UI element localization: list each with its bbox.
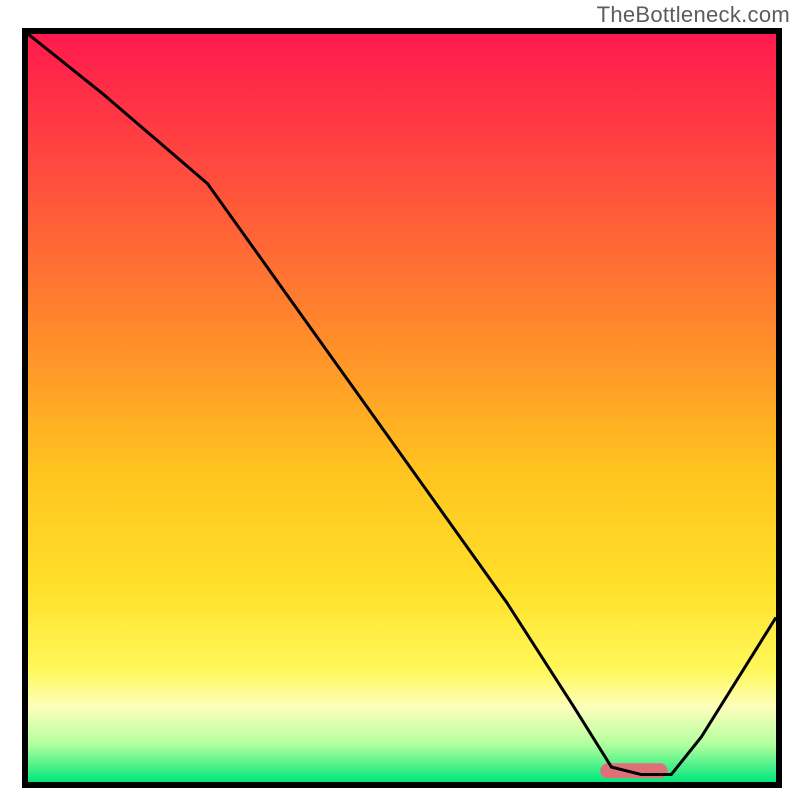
plot-frame: [22, 28, 782, 788]
gradient-background: [28, 34, 776, 782]
chart-svg: [28, 34, 776, 782]
watermark-text: TheBottleneck.com: [597, 2, 790, 28]
chart-container: TheBottleneck.com: [0, 0, 800, 800]
plot-area: [28, 34, 776, 782]
